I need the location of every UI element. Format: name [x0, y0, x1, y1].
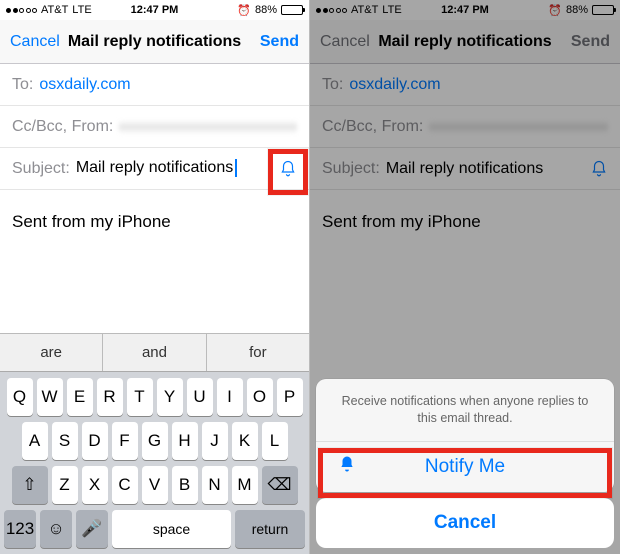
- sheet-cancel-button[interactable]: Cancel: [316, 498, 614, 548]
- space-key[interactable]: space: [112, 510, 231, 548]
- battery-pct: 88%: [566, 4, 588, 16]
- bell-icon: [590, 160, 608, 178]
- from-value-redacted: [429, 120, 608, 134]
- suggestion-1[interactable]: are: [0, 334, 102, 371]
- suggestion-bar[interactable]: are and for: [0, 333, 309, 372]
- to-value[interactable]: osxdaily.com: [39, 76, 297, 94]
- battery-icon: [592, 5, 614, 15]
- nav-bar: Cancel Mail reply notifications Send: [0, 20, 309, 64]
- signal-dots: [316, 8, 347, 13]
- key-n[interactable]: N: [202, 466, 228, 504]
- cancel-button[interactable]: Cancel: [10, 33, 60, 51]
- nav-bar: Cancel Mail reply notifications Send: [310, 20, 620, 64]
- key-f[interactable]: F: [112, 422, 138, 460]
- sheet-message: Receive notifications when anyone replie…: [316, 379, 614, 441]
- key-j[interactable]: J: [202, 422, 228, 460]
- key-row-3: ⇧ Z X C V B N M ⌫: [0, 460, 309, 504]
- subject-label: Subject:: [12, 160, 70, 178]
- shift-key[interactable]: ⇧: [12, 466, 48, 504]
- signature: Sent from my iPhone: [322, 212, 608, 232]
- nav-title: Mail reply notifications: [310, 33, 620, 51]
- bell-icon[interactable]: [279, 160, 297, 178]
- battery-icon: [281, 5, 303, 15]
- network-label: LTE: [382, 4, 401, 16]
- key-g[interactable]: G: [142, 422, 168, 460]
- status-bar: AT&T LTE 12:47 PM ⏰ 88%: [0, 0, 309, 20]
- subject-value[interactable]: Mail reply notifications: [76, 159, 279, 177]
- ccbcc-label: Cc/Bcc, From:: [322, 118, 423, 136]
- to-row[interactable]: To: osxdaily.com: [0, 64, 309, 106]
- send-button[interactable]: Send: [260, 33, 299, 51]
- key-row-4: 123 ☺ 🎤 space return: [0, 504, 309, 554]
- key-b[interactable]: B: [172, 466, 198, 504]
- backspace-key[interactable]: ⌫: [262, 466, 298, 504]
- key-row-1: Q W E R T Y U I O P: [0, 372, 309, 416]
- key-w[interactable]: W: [37, 378, 63, 416]
- key-e[interactable]: E: [67, 378, 93, 416]
- notify-me-button[interactable]: Notify Me: [316, 441, 614, 492]
- key-p[interactable]: P: [277, 378, 303, 416]
- key-s[interactable]: S: [52, 422, 78, 460]
- numbers-key[interactable]: 123: [4, 510, 36, 548]
- to-label: To:: [322, 76, 343, 94]
- return-key[interactable]: return: [235, 510, 305, 548]
- key-z[interactable]: Z: [52, 466, 78, 504]
- mic-key[interactable]: 🎤: [76, 510, 108, 548]
- subject-row[interactable]: Subject: Mail reply notifications: [0, 148, 309, 190]
- key-y[interactable]: Y: [157, 378, 183, 416]
- key-o[interactable]: O: [247, 378, 273, 416]
- key-v[interactable]: V: [142, 466, 168, 504]
- key-q[interactable]: Q: [7, 378, 33, 416]
- carrier-label: AT&T: [351, 4, 378, 16]
- keyboard[interactable]: are and for Q W E R T Y U I O P A S D F …: [0, 333, 309, 554]
- bell-filled-icon: [338, 455, 356, 479]
- emoji-key[interactable]: ☺: [40, 510, 72, 548]
- status-time: 12:47 PM: [310, 4, 620, 16]
- ccbcc-row: Cc/Bcc, From:: [310, 106, 620, 148]
- cancel-button[interactable]: Cancel: [320, 33, 370, 51]
- ccbcc-row[interactable]: Cc/Bcc, From:: [0, 106, 309, 148]
- key-k[interactable]: K: [232, 422, 258, 460]
- message-body: Sent from my iPhone: [310, 190, 620, 254]
- to-row: To: osxdaily.com: [310, 64, 620, 106]
- key-l[interactable]: L: [262, 422, 288, 460]
- key-a[interactable]: A: [22, 422, 48, 460]
- key-i[interactable]: I: [217, 378, 243, 416]
- key-row-2: A S D F G H J K L: [0, 416, 309, 460]
- subject-label: Subject:: [322, 160, 380, 178]
- key-u[interactable]: U: [187, 378, 213, 416]
- suggestion-2[interactable]: and: [102, 334, 205, 371]
- ccbcc-label: Cc/Bcc, From:: [12, 118, 113, 136]
- notify-me-label: Notify Me: [425, 456, 505, 478]
- status-time: 12:47 PM: [0, 4, 309, 16]
- message-body[interactable]: Sent from my iPhone: [0, 190, 309, 254]
- to-value: osxdaily.com: [349, 76, 608, 94]
- send-button[interactable]: Send: [571, 33, 610, 51]
- to-label: To:: [12, 76, 33, 94]
- subject-value: Mail reply notifications: [386, 160, 590, 178]
- status-bar: AT&T LTE 12:47 PM ⏰ 88%: [310, 0, 620, 20]
- key-d[interactable]: D: [82, 422, 108, 460]
- suggestion-3[interactable]: for: [206, 334, 309, 371]
- key-t[interactable]: T: [127, 378, 153, 416]
- key-m[interactable]: M: [232, 466, 258, 504]
- action-sheet: Receive notifications when anyone replie…: [310, 373, 620, 554]
- subject-row: Subject: Mail reply notifications: [310, 148, 620, 190]
- key-r[interactable]: R: [97, 378, 123, 416]
- from-value-redacted: [119, 120, 297, 134]
- signature: Sent from my iPhone: [12, 212, 297, 232]
- key-h[interactable]: H: [172, 422, 198, 460]
- key-x[interactable]: X: [82, 466, 108, 504]
- key-c[interactable]: C: [112, 466, 138, 504]
- alarm-icon: ⏰: [548, 4, 562, 17]
